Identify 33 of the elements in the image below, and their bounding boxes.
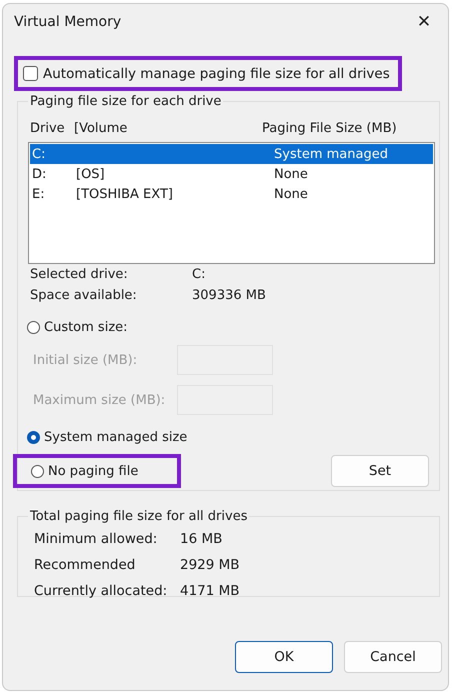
dialog-button[interactable]: Cancel bbox=[344, 641, 442, 673]
radio-label: Custom size: bbox=[44, 320, 128, 334]
dialog-button[interactable]: OK bbox=[235, 641, 333, 673]
radio-button[interactable] bbox=[31, 464, 44, 478]
total-label: Recommended bbox=[34, 557, 136, 573]
field-label: Initial size (MB): bbox=[32, 352, 138, 368]
column-header: Paging File Size (MB) bbox=[262, 121, 397, 136]
drive-row[interactable]: D: [OS] None bbox=[30, 164, 433, 184]
info-label: Selected drive: bbox=[29, 267, 129, 282]
total-value: 4171 MB bbox=[180, 583, 240, 599]
drive-row[interactable]: C: System managed bbox=[30, 144, 433, 164]
field-label: Maximum size (MB): bbox=[32, 392, 166, 408]
close-button[interactable]: ✕ bbox=[404, 6, 444, 38]
drive-row[interactable]: E: [TOSHIBA EXT] None bbox=[30, 184, 433, 204]
radio-button[interactable] bbox=[27, 320, 40, 334]
total-label: Currently allocated: bbox=[34, 583, 168, 599]
set-button[interactable]: Set bbox=[331, 455, 429, 487]
column-header: Drive bbox=[29, 121, 66, 136]
radio-label: System managed size bbox=[44, 430, 188, 444]
total-value: 2929 MB bbox=[180, 557, 240, 573]
window-title: Virtual Memory bbox=[14, 14, 122, 30]
column-header: [Volume bbox=[74, 121, 128, 136]
checkbox-label: Automatically manage paging file size for all drives bbox=[43, 66, 390, 82]
group-title: Paging file size for each drive bbox=[29, 94, 222, 109]
info-value: 309336 MB bbox=[192, 288, 266, 303]
group-title: Total paging file size for all drives bbox=[29, 509, 248, 524]
radio-label: No paging file bbox=[48, 464, 138, 478]
checkbox[interactable] bbox=[23, 66, 38, 81]
radio-button[interactable] bbox=[27, 430, 40, 444]
total-label: Minimum allowed: bbox=[34, 531, 158, 547]
info-value: C: bbox=[192, 267, 206, 282]
info-label: Space available: bbox=[29, 288, 138, 303]
total-value: 16 MB bbox=[180, 531, 222, 547]
